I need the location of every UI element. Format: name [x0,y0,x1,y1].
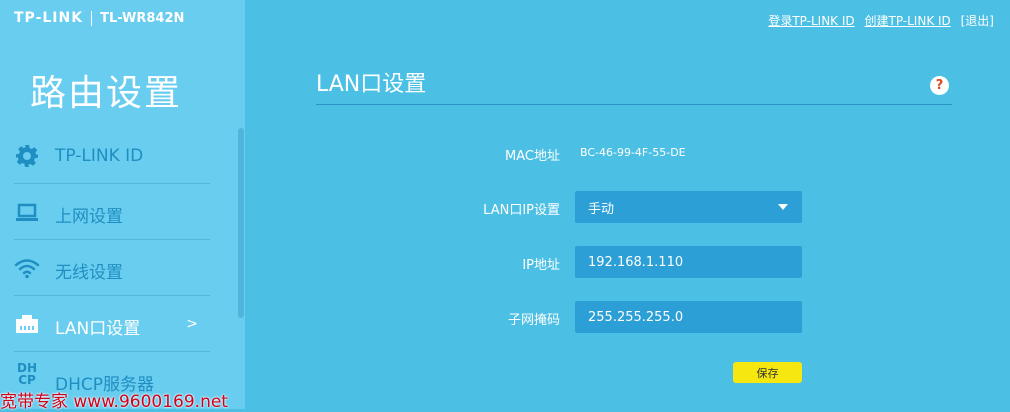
logo-separator [91,10,93,26]
dhcp-icon: DH CP [14,362,40,386]
sidebar-scrollbar[interactable] [238,128,244,318]
subnet-mask-input[interactable]: 255.255.255.0 [575,301,802,333]
sidebar-item-wireless[interactable]: 无线设置 [0,240,238,296]
subnet-label: 子网掩码 [507,313,560,328]
watermark: 宽带专家 www.9600169.net [0,392,228,412]
lan-ip-mode-select[interactable]: 手动 [575,191,802,223]
create-account-link[interactable]: 创建TP-LINK ID [864,14,950,28]
sidebar: TP-LINK TL-WR842N 路由设置 TP-LINK ID 上网设置 无… [0,0,245,409]
lan-ip-setting-label: LAN口IP设置 [483,203,560,218]
sidebar-item-label: LAN口设置 [55,319,141,339]
ip-row: IP地址 192.168.1.110 [316,246,816,278]
lan-port-icon [14,312,40,336]
gear-icon [14,144,40,168]
sidebar-item-label: 上网设置 [55,207,123,227]
mac-row: MAC地址 BC-46-99-4F-55-DE [316,137,816,169]
page-title: LAN口设置 [316,72,427,97]
mac-value: BC-46-99-4F-55-DE [580,146,686,159]
subnet-mask-value: 255.255.255.0 [588,309,684,325]
sidebar-item-label: TP-LINK ID [55,146,144,166]
mac-label: MAC地址 [505,149,560,164]
sidebar-item-lan[interactable]: LAN口设置 > [0,296,238,352]
ip-address-input[interactable]: 192.168.1.110 [575,246,802,278]
lan-ip-mode-value: 手动 [588,201,615,217]
lan-ip-setting-row: LAN口IP设置 手动 [316,191,816,223]
sidebar-nav: TP-LINK ID 上网设置 无线设置 LAN口设置 > DH CP DHCP… [0,128,238,408]
dhcp-icon-text: CP [18,373,36,387]
top-links: 登录TP-LINK ID 创建TP-LINK ID [退出] [768,12,994,29]
model-name: TL-WR842N [100,10,185,26]
laptop-icon [14,200,40,224]
logo: TP-LINK TL-WR842N [14,8,184,28]
section-title: 路由设置 [30,73,183,114]
sidebar-item-internet[interactable]: 上网设置 [0,184,238,240]
brand-name: TP-LINK [14,10,84,26]
help-icon[interactable]: ? [930,76,949,95]
title-divider [316,104,952,105]
ip-label: IP地址 [522,258,560,273]
chevron-right-icon: > [186,316,198,332]
wifi-icon [14,256,40,280]
save-button[interactable]: 保存 [733,362,802,383]
login-link[interactable]: 登录TP-LINK ID [768,14,854,28]
chevron-down-icon [778,204,788,210]
sidebar-item-label: 无线设置 [55,263,123,283]
ip-address-value: 192.168.1.110 [588,254,684,270]
sidebar-item-tplink-id[interactable]: TP-LINK ID [0,128,238,184]
subnet-row: 子网掩码 255.255.255.0 [316,301,816,333]
logout-link[interactable]: [退出] [961,14,994,28]
